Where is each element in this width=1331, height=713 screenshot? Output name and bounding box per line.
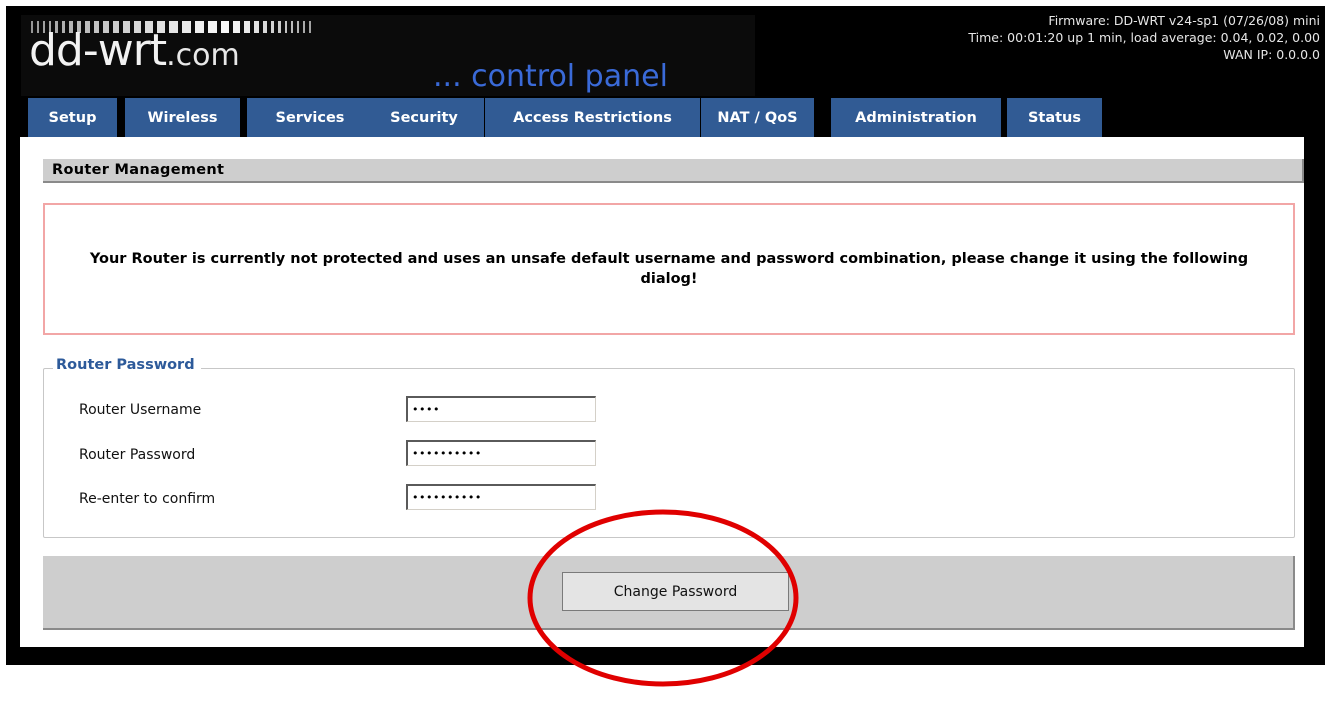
button-bar: Change Password [43,556,1295,630]
logo-bar [263,21,267,33]
username-field[interactable]: •••• [406,396,596,422]
tab-wireless[interactable]: Wireless [125,98,240,137]
logo-bar [278,21,281,33]
confirm-password-label: Re-enter to confirm [79,491,216,507]
change-password-button[interactable]: Change Password [562,572,789,611]
logo-main-text: dd-wrt [29,25,167,76]
security-warning: Your Router is currently not protected a… [43,203,1295,335]
tab-access-restrictions[interactable]: Access Restrictions [485,98,700,137]
wan-ip-text: WAN IP: 0.0.0.0 [1223,47,1320,62]
logo-bar [285,21,287,33]
tab-administration[interactable]: Administration [831,98,1001,137]
logo-bar [297,21,299,33]
logo-subtitle: ... control panel [433,59,668,94]
password-label: Router Password [79,447,196,463]
logo-text: dd-wrt.com [29,25,240,76]
logo-bar [291,21,293,33]
logo-com-text: .com [166,38,240,73]
tab-status[interactable]: Status [1007,98,1102,137]
username-label: Router Username [79,402,202,418]
logo-bar [271,21,274,33]
content-panel: Router Management Your Router is current… [20,137,1304,647]
tab-setup[interactable]: Setup [28,98,117,137]
router-password-fieldset: Router Username •••• Router Password •••… [43,368,1295,538]
fieldset-legend: Router Password [53,357,201,373]
confirm-password-field[interactable]: •••••••••• [406,484,596,510]
logo-bar [309,21,311,33]
firmware-info: Firmware: DD-WRT v24-sp1 (07/26/08) mini… [968,12,1320,63]
password-field[interactable]: •••••••••• [406,440,596,466]
tab-nat-qos[interactable]: NAT / QoS [701,98,814,137]
warning-text: Your Router is currently not protected a… [89,251,1249,287]
logo-bar [254,21,259,33]
logo-bar [244,21,250,33]
logo-bar [303,21,305,33]
uptime-text: Time: 00:01:20 up 1 min, load average: 0… [968,30,1320,45]
logo: dd-wrt.com ... control panel [21,15,755,96]
tab-security[interactable]: Security [364,98,484,137]
firmware-version: Firmware: DD-WRT v24-sp1 (07/26/08) mini [1048,13,1320,28]
section-title: Router Management [43,159,1304,183]
tab-services[interactable]: Services [247,98,373,137]
